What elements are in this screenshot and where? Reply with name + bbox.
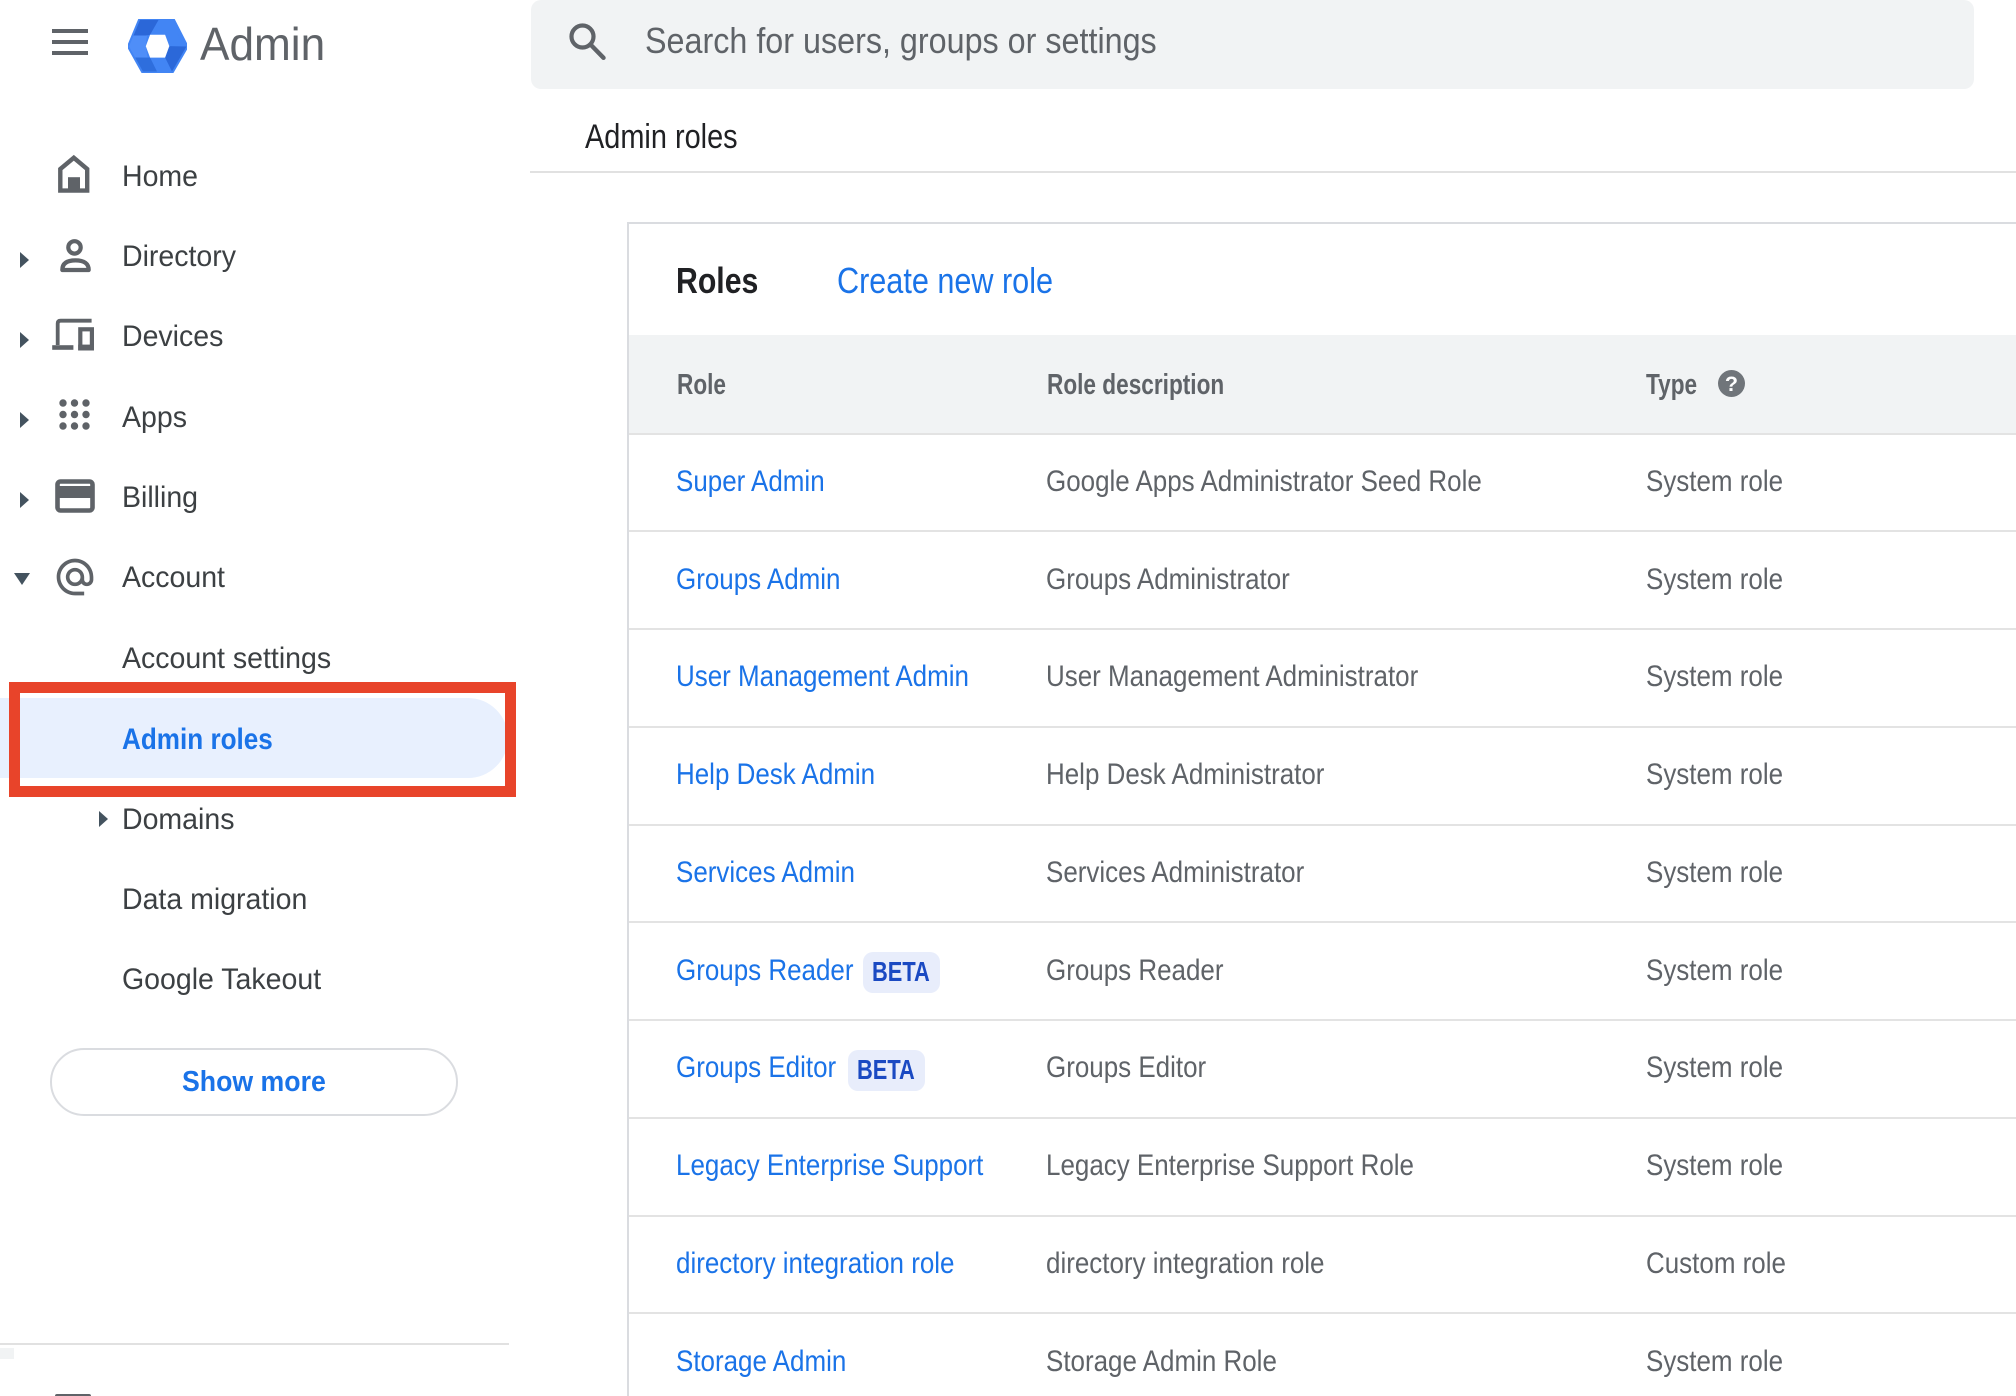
- svg-text:?: ?: [1725, 371, 1738, 395]
